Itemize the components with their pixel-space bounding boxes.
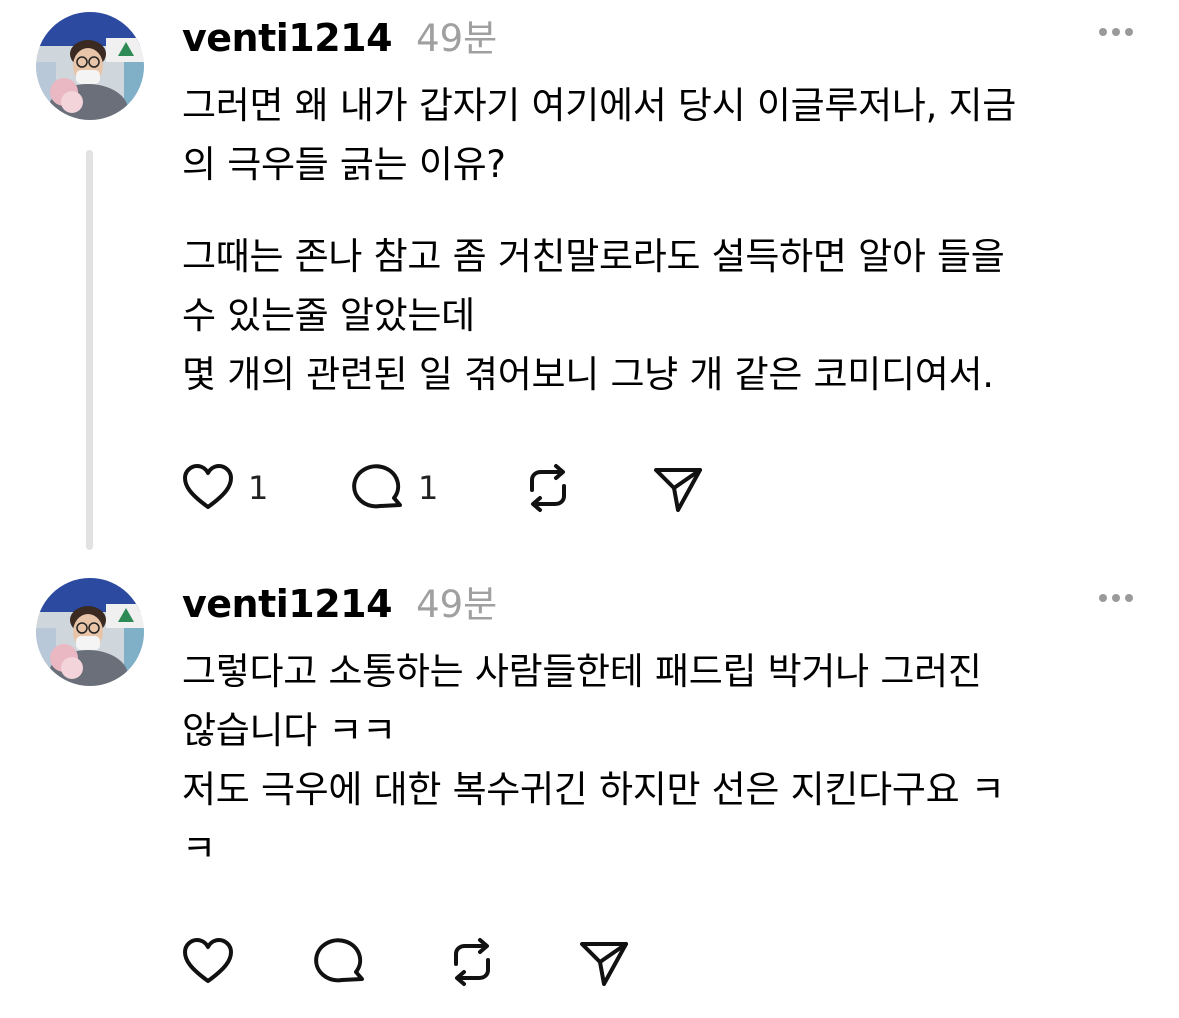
- comment-icon: [314, 938, 364, 983]
- like-count: 1: [248, 469, 269, 507]
- post-text: 그렇다고 소통하는 사람들한테 패드립 박거나 그러진 않습니다 ㅋㅋ 저도 극…: [182, 650, 1005, 870]
- thread-post: venti1214 49분 그렇다고 소통하는 사람들한테 패드립 박거나 그러…: [0, 566, 1179, 1018]
- post-text: 그때는 존나 참고 좀 거친말로라도 설득하면 알아 들을 수 있는줄 알았는데…: [182, 235, 1005, 396]
- repost-button[interactable]: [520, 460, 650, 516]
- thread-line: [86, 150, 93, 550]
- comment-button[interactable]: 1: [350, 460, 520, 516]
- action-bar: 1 1: [180, 460, 706, 516]
- repost-icon: [454, 938, 490, 986]
- comment-count: 1: [418, 469, 439, 507]
- like-button[interactable]: [180, 934, 312, 990]
- like-button[interactable]: 1: [180, 460, 350, 516]
- comment-icon: [352, 464, 402, 509]
- heart-icon: [183, 464, 233, 509]
- post-body: 그러면 왜 내가 갑자기 여기에서 당시 이글루저나, 지금 의 극우들 긁는 …: [182, 76, 1131, 404]
- heart-icon: [183, 938, 233, 983]
- repost-icon: [530, 464, 566, 512]
- send-icon: [654, 468, 702, 512]
- avatar[interactable]: [36, 12, 144, 120]
- timestamp: 49분: [416, 583, 498, 626]
- avatar-image: [36, 578, 144, 686]
- more-icon[interactable]: [1099, 28, 1133, 36]
- username[interactable]: venti1214: [182, 582, 393, 626]
- action-bar: [180, 934, 632, 990]
- post-body: 그렇다고 소통하는 사람들한테 패드립 박거나 그러진 않습니다 ㅋㅋ 저도 극…: [182, 642, 1131, 878]
- send-icon: [580, 942, 628, 986]
- repost-button[interactable]: [444, 934, 576, 990]
- avatar[interactable]: [36, 578, 144, 686]
- share-button[interactable]: [650, 460, 706, 516]
- username[interactable]: venti1214: [182, 16, 393, 60]
- comment-button[interactable]: [312, 934, 444, 990]
- post-text: 그러면 왜 내가 갑자기 여기에서 당시 이글루저나, 지금 의 극우들 긁는 …: [182, 84, 1016, 186]
- more-icon[interactable]: [1099, 594, 1133, 602]
- thread-post: venti1214 49분 그러면 왜 내가 갑자기 여기에서 당시 이글루저나…: [0, 0, 1179, 560]
- avatar-image: [36, 12, 144, 120]
- post-header: venti1214 49분: [182, 8, 497, 60]
- post-header: venti1214 49분: [182, 574, 497, 626]
- share-button[interactable]: [576, 934, 632, 990]
- timestamp: 49분: [416, 17, 498, 60]
